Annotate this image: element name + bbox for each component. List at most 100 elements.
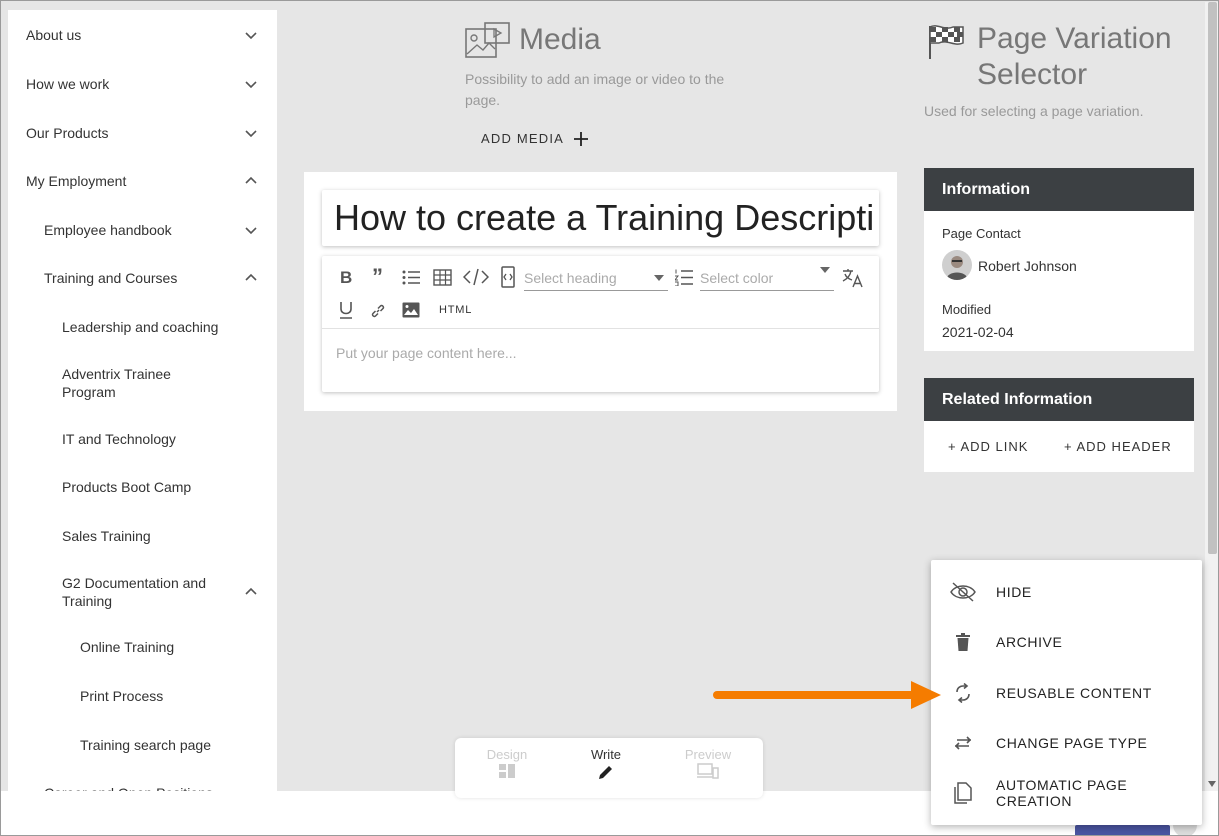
sidebar-item-our-products[interactable]: Our Products (8, 124, 277, 142)
tab-design[interactable]: Design (457, 747, 557, 781)
sidebar-item-label: Print Process (80, 688, 164, 704)
sidebar-item-leadership[interactable]: Leadership and coaching (8, 318, 277, 336)
add-media-button[interactable]: ADD MEDIA (481, 131, 589, 146)
related-panel: Related Information + ADD LINK + ADD HEA… (924, 378, 1194, 472)
color-select[interactable]: Select color (700, 265, 834, 291)
chevron-down-icon[interactable] (245, 29, 257, 41)
scrollbar[interactable] (1205, 2, 1218, 791)
html-button[interactable]: HTML (439, 304, 472, 316)
sidebar-item-it-technology[interactable]: IT and Technology (8, 430, 277, 448)
embed-icon[interactable] (500, 266, 516, 288)
sidebar-item-label: Training search page (80, 737, 212, 753)
menu-item-hide[interactable]: HIDE (931, 567, 1202, 617)
checkered-flag-icon (929, 25, 964, 59)
sidebar-item-label: Our Products (26, 125, 109, 141)
sidebar-item-training-and-courses[interactable]: Training and Courses (8, 269, 277, 287)
color-select-value: Select color (700, 270, 774, 286)
tab-design-label: Design (486, 747, 528, 762)
quote-icon[interactable]: ” (372, 264, 383, 290)
add-header-button[interactable]: + ADD HEADER (1064, 439, 1172, 454)
variation-description: Used for selecting a page variation. (924, 103, 1144, 119)
heading-select-value: Select heading (524, 270, 617, 286)
numbered-list-icon[interactable] (675, 269, 693, 286)
swap-icon (954, 736, 972, 750)
sidebar-item-trainee-program[interactable]: Adventrix Trainee Program (8, 365, 228, 401)
content-placeholder[interactable]: Put your page content here... (336, 345, 517, 361)
app-window: About us How we work Our Products My Emp… (0, 0, 1219, 836)
sidebar-item-online-training[interactable]: Online Training (8, 638, 277, 656)
menu-item-archive[interactable]: ARCHIVE (931, 617, 1202, 667)
page-contact-label: Page Contact (942, 226, 1021, 241)
add-media-label: ADD MEDIA (481, 131, 565, 146)
sidebar-item-sales-training[interactable]: Sales Training (8, 527, 277, 545)
page-title-field[interactable]: How to create a Training Descripti (322, 190, 879, 246)
sidebar-item-label: Products Boot Camp (62, 479, 192, 495)
annotation-arrow (713, 681, 941, 709)
chevron-down-icon[interactable] (245, 224, 257, 236)
scroll-down-icon[interactable] (1208, 781, 1216, 787)
avatar[interactable] (942, 250, 972, 280)
publish-button[interactable] (1075, 825, 1170, 835)
sidebar-item-print-process[interactable]: Print Process (8, 687, 277, 705)
menu-item-reusable-content[interactable]: REUSABLE CONTENT (931, 668, 1202, 718)
translate-icon[interactable] (842, 268, 864, 288)
sidebar-item-training-search[interactable]: Training search page (8, 736, 277, 754)
media-block: Media Possibility to add an image or vid… (465, 21, 765, 111)
table-icon[interactable] (433, 269, 452, 286)
chevron-down-icon[interactable] (245, 127, 257, 139)
tab-write[interactable]: Write (556, 747, 656, 784)
add-link-button[interactable]: + ADD LINK (948, 439, 1028, 454)
media-description: Possibility to add an image or video to … (465, 71, 725, 108)
menu-item-change-page-type[interactable]: CHANGE PAGE TYPE (931, 718, 1202, 768)
menu-item-label: CHANGE PAGE TYPE (996, 735, 1148, 751)
sidebar-item-label: Sales Training (62, 528, 151, 544)
menu-item-label: REUSABLE CONTENT (996, 685, 1152, 701)
sidebar-item-label: Training and Courses (44, 270, 178, 286)
tab-write-label: Write (590, 747, 622, 762)
modified-date: 2021-02-04 (942, 324, 1014, 340)
sidebar-item-about-us[interactable]: About us (8, 26, 277, 44)
chevron-up-icon[interactable] (245, 586, 257, 598)
media-icon (465, 22, 510, 58)
link-icon[interactable] (370, 303, 386, 319)
page-actions-menu: HIDE ARCHIVE REUSABLE CONTENT CHANGE PAG… (931, 560, 1202, 825)
variation-title: Page Variation Selector (977, 22, 1172, 91)
page-title[interactable]: How to create a Training Descripti (322, 190, 879, 246)
variation-block: Page Variation Selector Used for selecti… (924, 21, 1197, 122)
chevron-down-icon[interactable] (245, 78, 257, 90)
bullet-list-icon[interactable] (402, 270, 420, 285)
contact-name[interactable]: Robert Johnson (978, 258, 1077, 274)
underline-icon[interactable] (339, 301, 353, 319)
sidebar-item-g2-documentation[interactable]: G2 Documentation and Training (8, 574, 277, 610)
dropdown-arrow-icon (654, 275, 664, 281)
pencil-icon (599, 766, 612, 779)
dropdown-arrow-icon (820, 267, 830, 273)
mode-switcher: Design Write Preview (455, 738, 763, 798)
heading-select[interactable]: Select heading (524, 265, 668, 291)
eye-off-icon (950, 582, 976, 602)
image-icon[interactable] (402, 302, 420, 318)
tab-preview[interactable]: Preview (658, 747, 758, 782)
chevron-up-icon[interactable] (245, 272, 257, 284)
sidebar-item-label: Leadership and coaching (62, 319, 219, 335)
sidebar-item-boot-camp[interactable]: Products Boot Camp (8, 478, 277, 496)
menu-item-automatic-page-creation[interactable]: AUTOMATIC PAGE CREATION (931, 768, 1202, 818)
sidebar-item-label: G2 Documentation and Training (62, 575, 206, 609)
sidebar-item-label: About us (26, 27, 82, 43)
sidebar-nav: About us How we work Our Products My Emp… (8, 10, 277, 810)
bold-icon[interactable]: B (340, 268, 352, 288)
add-link-label: ADD LINK (960, 439, 1029, 454)
sidebar-item-employee-handbook[interactable]: Employee handbook (8, 221, 277, 239)
menu-item-label: HIDE (996, 584, 1032, 600)
plus-icon (574, 131, 589, 146)
scrollbar-thumb[interactable] (1208, 2, 1217, 554)
sidebar-item-label: My Employment (26, 173, 127, 189)
chevron-up-icon[interactable] (245, 175, 257, 187)
design-icon (499, 764, 515, 778)
editor-area: How to create a Training Descripti B ” S… (304, 172, 897, 411)
rich-text-editor: B ” Select heading Select color HTML Put… (322, 256, 879, 392)
sidebar-item-how-we-work[interactable]: How we work (8, 75, 277, 93)
sidebar-item-label: Adventrix Trainee Program (62, 366, 171, 400)
sidebar-item-my-employment[interactable]: My Employment (8, 172, 277, 190)
code-icon[interactable] (463, 268, 489, 286)
